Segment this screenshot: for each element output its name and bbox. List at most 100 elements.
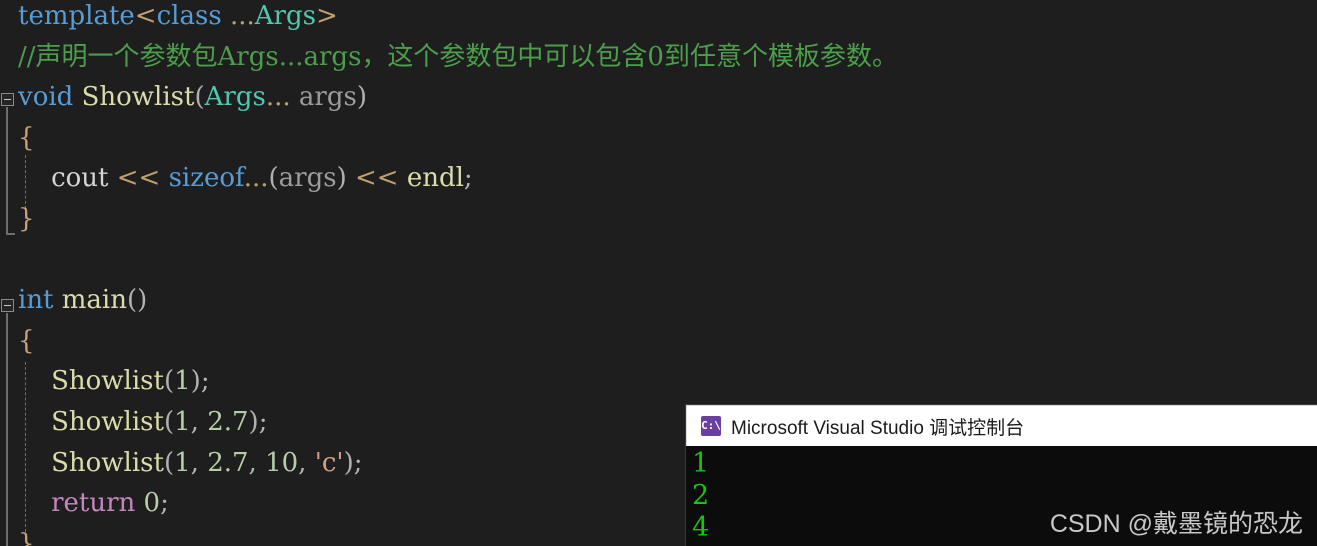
code-line-text: return 0;: [0, 483, 169, 523]
code-token: ...: [243, 163, 269, 194]
code-token: args: [298, 82, 357, 113]
code-token: //声明一个参数包Args...args，这个参数包中可以包含0到任意个模板参数…: [18, 41, 898, 72]
code-token: (: [163, 447, 175, 478]
console-title: Microsoft Visual Studio 调试控制台: [731, 417, 1025, 439]
code-line-text: {: [0, 118, 35, 158]
code-token: ): [343, 447, 354, 478]
code-token: }: [18, 528, 35, 546]
code-token: ): [248, 407, 259, 437]
code-line-text: Showlist(1, 2.7);: [0, 402, 267, 442]
code-token: 0: [143, 488, 161, 519]
code-token: ,: [190, 407, 208, 437]
code-token: endl: [406, 163, 464, 194]
code-token: Showlist: [81, 82, 195, 113]
code-token: Args: [254, 1, 316, 31]
command-prompt-icon: C:\: [701, 416, 721, 436]
code-token: Args: [204, 82, 266, 113]
code-line-text: }: [0, 524, 35, 546]
code-token: <: [134, 1, 157, 31]
code-token: ...: [229, 1, 255, 31]
code-line[interactable]: Showlist(1);: [0, 361, 210, 401]
code-line-text: cout << sizeof...(args) << endl;: [0, 158, 473, 198]
code-token: 1: [174, 447, 191, 478]
code-token: {: [18, 122, 35, 153]
code-token: 'c': [314, 447, 344, 478]
code-token: main: [61, 285, 127, 316]
code-line-text: Showlist(1);: [0, 361, 210, 401]
screenshot-root: template<class ...Args>//声明一个参数包Args...a…: [0, 0, 1317, 546]
console-output-line: 1: [692, 448, 710, 479]
code-token: 1: [174, 407, 191, 437]
code-token: ;: [463, 163, 473, 194]
code-line-text: //声明一个参数包Args...args，这个参数包中可以包含0到任意个模板参数…: [0, 37, 898, 77]
code-line-text: template<class ...Args>: [0, 0, 338, 36]
code-token: ...: [265, 82, 291, 113]
code-line-text: {: [0, 321, 35, 361]
code-token: ): [356, 82, 367, 113]
code-token: template: [18, 1, 135, 31]
code-line-text: }: [0, 199, 35, 239]
code-line[interactable]: }: [0, 199, 35, 239]
code-token: 10: [265, 447, 299, 478]
code-token: ;: [353, 447, 363, 478]
code-line-text: void Showlist(Args... args): [0, 77, 367, 117]
code-token: <<: [116, 163, 161, 194]
code-token: ): [190, 366, 201, 397]
code-token: cout: [51, 163, 109, 194]
code-line[interactable]: void Showlist(Args... args): [0, 77, 367, 117]
code-token: >: [315, 1, 338, 31]
code-token: Showlist: [51, 366, 164, 397]
code-token: <<: [354, 163, 399, 194]
code-line[interactable]: int main(): [0, 280, 147, 320]
code-token: 2.7: [207, 447, 249, 478]
code-line-text: Showlist(1, 2.7, 10, 'c');: [0, 443, 362, 483]
code-line[interactable]: Showlist(1, 2.7, 10, 'c');: [0, 443, 362, 483]
code-line[interactable]: }: [0, 524, 35, 546]
code-line[interactable]: //声明一个参数包Args...args，这个参数包中可以包含0到任意个模板参数…: [0, 37, 898, 77]
code-token: ;: [200, 366, 210, 397]
code-token: 1: [174, 366, 191, 397]
code-token: (: [163, 366, 175, 397]
command-prompt-icon-glyph: C:\: [701, 419, 721, 432]
code-token: ): [336, 163, 347, 194]
code-token: args: [278, 163, 337, 194]
code-line[interactable]: cout << sizeof...(args) << endl;: [0, 158, 473, 198]
code-line[interactable]: return 0;: [0, 483, 169, 523]
code-line[interactable]: [0, 240, 18, 280]
code-line[interactable]: template<class ...Args>: [0, 0, 338, 36]
code-token: ,: [190, 447, 208, 478]
code-token: sizeof: [168, 163, 244, 194]
code-token: int: [18, 285, 54, 316]
code-token: (: [163, 407, 175, 437]
code-line[interactable]: {: [0, 118, 35, 158]
code-token: ;: [160, 488, 169, 519]
code-token: class: [156, 1, 222, 31]
code-line[interactable]: Showlist(1, 2.7);: [0, 402, 267, 442]
code-token: return: [51, 488, 136, 519]
code-token: ,: [298, 447, 315, 478]
csdn-watermark: CSDN @戴墨镜的恐龙: [1049, 510, 1303, 538]
code-token: Showlist: [51, 407, 164, 437]
code-token: 2.7: [207, 407, 249, 437]
console-titlebar[interactable]: C:\ Microsoft Visual Studio 调试控制台: [686, 405, 1317, 446]
code-token: ;: [258, 407, 268, 437]
code-token: }: [18, 204, 35, 234]
code-line-text: int main(): [0, 280, 147, 320]
code-token: void: [18, 82, 74, 113]
code-token: (: [268, 163, 279, 194]
code-token: ,: [248, 447, 266, 478]
code-line[interactable]: {: [0, 321, 35, 361]
code-token: {: [18, 325, 35, 356]
